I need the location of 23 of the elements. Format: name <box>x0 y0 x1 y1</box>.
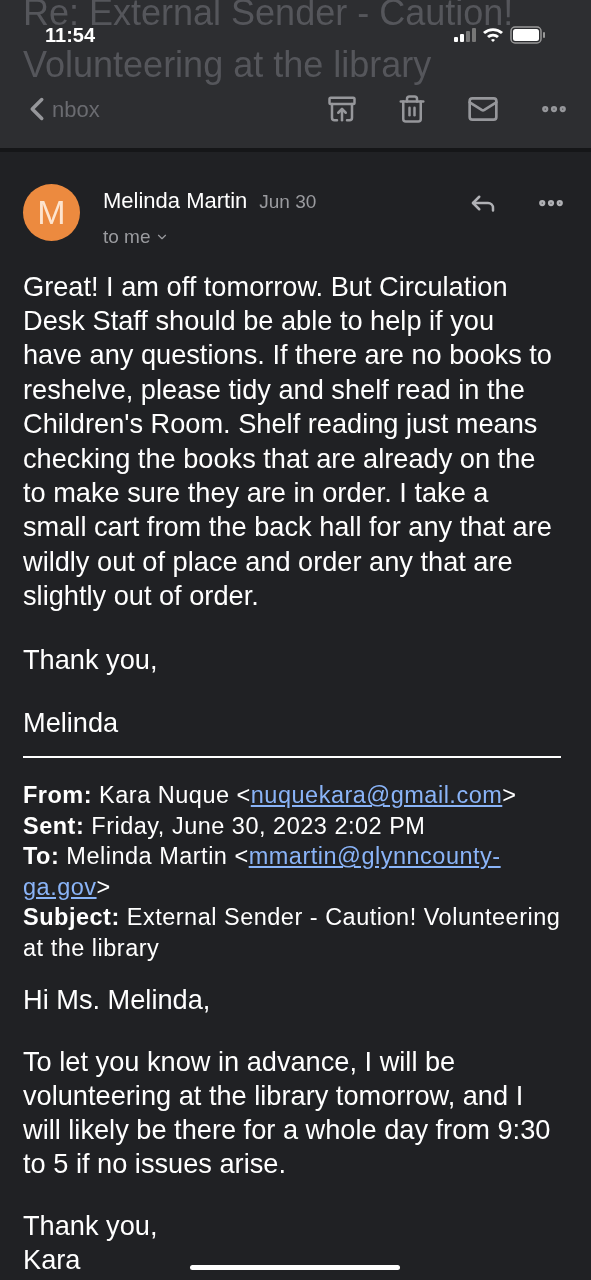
quoted-paragraph: Kara <box>23 1243 81 1278</box>
sender-avatar: M <box>23 184 80 241</box>
archive-icon[interactable] <box>327 94 357 124</box>
email-link[interactable]: mmartin@glynncounty- <box>248 843 501 870</box>
header-line: From: Kara Nuque <nuquekara@gmail.com> <box>23 781 518 811</box>
quoted-paragraph: Thank you, <box>23 1209 158 1244</box>
battery-icon <box>510 26 546 44</box>
email-link[interactable]: ga.gov <box>23 873 97 900</box>
wifi-icon <box>482 27 504 43</box>
recipient-toggle[interactable]: to me <box>103 223 169 252</box>
message-date: Jun 30 <box>259 190 317 214</box>
body-paragraph: Melinda <box>23 705 120 740</box>
email-link[interactable]: nuquekara@gmail.com <box>250 782 503 809</box>
body-paragraph: Thank you, <box>23 642 159 677</box>
delete-icon[interactable] <box>397 94 427 124</box>
signal-icon <box>454 28 476 42</box>
quoted-paragraph: Hi Ms. Melinda, <box>23 983 211 1018</box>
header-line: To: Melinda Martin <mmartin@glynncounty- ga.gov> <box>23 842 502 902</box>
body-paragraph: Great! I am off tomorrow. But Circulation Desk Staff should be able to help if you have any questions. If there are no books to reshelve, please tidy and shelf read in the Children's Room. Shelf reading just means checking the books that are already on the to make sure they are in order. I take a small cart from the back hall for any that are wildly out of place and order any that are slightly out of order. <box>23 269 553 614</box>
sender-name: Melinda Martin <box>103 187 248 215</box>
header-line: Sent: Friday, June 30, 2023 2:02 PM <box>23 811 427 841</box>
header-line: Subject: External Sender - Caution! Volunteering at the library <box>23 903 562 963</box>
quoted-paragraph: To let you know in advance, I will be volunteering at the library tomorrow, and I will likely be there for a whole day from 9:30 to 5 if no issues arise. <box>23 1045 552 1182</box>
